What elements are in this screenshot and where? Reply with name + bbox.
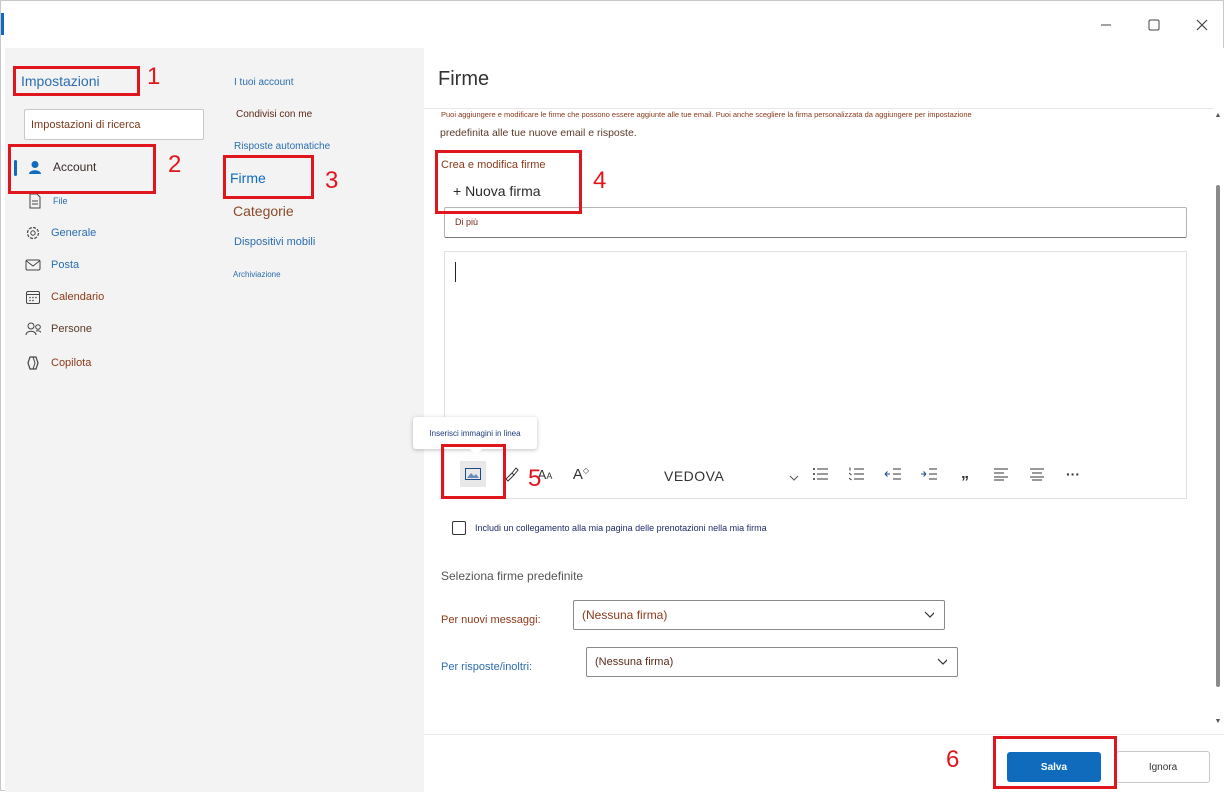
- annotation-box-1: [13, 66, 140, 96]
- annotation-box-4: [435, 150, 582, 214]
- outdent-icon: [884, 468, 901, 480]
- font-name-dropdown[interactable]: VEDOVA: [664, 468, 724, 484]
- font-style-icon: A◇: [572, 465, 590, 483]
- more-icon: ···: [1066, 466, 1080, 482]
- minimize-icon: [1101, 24, 1111, 26]
- align-center-icon: [1030, 468, 1044, 481]
- discard-button[interactable]: Ignora: [1116, 751, 1210, 783]
- mail-icon: [25, 257, 41, 273]
- numbering-button[interactable]: [846, 463, 868, 485]
- nav-item-generale-label: Generale: [51, 227, 97, 239]
- nav-item-generale[interactable]: Generale: [25, 225, 96, 241]
- tooltip-text: Inserisci immagini in linea: [429, 428, 521, 438]
- nav-item-file[interactable]: File: [27, 193, 68, 209]
- quote-icon: „: [961, 465, 969, 482]
- nav-item-file-label: File: [53, 196, 68, 206]
- discard-button-label: Ignora: [1148, 761, 1178, 773]
- signature-name-value: Di più: [455, 217, 479, 227]
- replies-label: Per risposte/inoltri:: [441, 661, 533, 673]
- annotation-number-3: 3: [325, 167, 339, 194]
- chevron-down-icon: [937, 658, 947, 665]
- chevron-down-icon: [924, 611, 934, 618]
- nav-item-posta-label: Posta: [51, 259, 80, 271]
- close-icon: [1196, 19, 1208, 31]
- font-dropdown-chevron[interactable]: [789, 470, 799, 488]
- nav-item-calendario-label: Calendario: [51, 291, 105, 303]
- maximize-icon: [1148, 19, 1160, 31]
- copilot-icon: [25, 355, 41, 371]
- signature-editor[interactable]: [444, 251, 1187, 499]
- subnav-auto-replies[interactable]: Risposte automatiche: [234, 141, 330, 152]
- booking-link-checkbox[interactable]: [452, 521, 466, 535]
- new-messages-label: Per nuovi messaggi:: [441, 614, 541, 626]
- chevron-down-icon: [789, 475, 799, 481]
- title-divider: [424, 108, 1214, 109]
- subnav-mobile-devices[interactable]: Dispositivi mobili: [234, 236, 315, 248]
- subnav-categories[interactable]: Categorie: [233, 203, 294, 219]
- minimize-button[interactable]: [1094, 13, 1118, 37]
- replies-value: (Nessuna firma): [595, 656, 674, 668]
- close-button[interactable]: [1190, 13, 1214, 37]
- annotation-number-1: 1: [147, 63, 161, 90]
- page-title: Firme: [438, 68, 490, 90]
- annotation-box-3: [223, 155, 314, 199]
- background-window-edge: [1, 13, 4, 35]
- annotation-number-5: 5: [528, 465, 542, 492]
- numbered-list-icon: [849, 467, 864, 481]
- increase-indent-button[interactable]: [918, 463, 940, 485]
- bullets-button[interactable]: [810, 463, 832, 485]
- text-cursor: [455, 262, 456, 282]
- align-center-button[interactable]: [1026, 463, 1048, 485]
- new-messages-value: (Nessuna firma): [582, 608, 668, 622]
- annotation-number-4: 4: [593, 167, 607, 194]
- annotation-box-6: [993, 736, 1117, 789]
- scroll-down-arrow[interactable]: ▼: [1213, 718, 1223, 730]
- annotation-box-2: [8, 144, 156, 194]
- subnav-storage[interactable]: Archiviazione: [233, 270, 281, 279]
- search-placeholder: Impostazioni di ricerca: [31, 119, 141, 131]
- settings-search-input[interactable]: Impostazioni di ricerca: [24, 109, 204, 140]
- nav-item-calendario[interactable]: Calendario: [25, 289, 104, 305]
- settings-window: Impostazioni Impostazioni di ricerca Acc…: [0, 0, 1224, 792]
- gear-icon: [25, 225, 41, 241]
- maximize-button[interactable]: [1142, 13, 1166, 37]
- decrease-indent-button[interactable]: [882, 463, 904, 485]
- calendar-icon: [25, 289, 41, 305]
- annotation-number-6: 6: [946, 746, 960, 773]
- align-left-icon: [994, 468, 1008, 481]
- scrollbar-thumb[interactable]: [1216, 185, 1220, 687]
- annotation-box-5: [441, 444, 506, 499]
- file-icon: [27, 193, 43, 209]
- subnav-shared-with-me[interactable]: Condivisi con me: [236, 109, 312, 120]
- footer-divider: [424, 734, 1224, 735]
- default-signatures-title: Seleziona firme predefinite: [441, 569, 584, 583]
- align-left-button[interactable]: [990, 463, 1012, 485]
- subnav-your-accounts[interactable]: I tuoi account: [234, 77, 293, 88]
- text-effects-button[interactable]: A◇: [570, 463, 592, 485]
- annotation-number-2: 2: [168, 151, 182, 178]
- bullet-list-icon: [813, 468, 828, 480]
- quote-button[interactable]: „: [954, 463, 976, 485]
- nav-item-posta[interactable]: Posta: [25, 257, 79, 273]
- nav-item-copilota-label: Copilota: [51, 357, 92, 369]
- nav-item-copilota[interactable]: Copilota: [25, 355, 91, 371]
- description-line-1: Puoi aggiungere e modificare le firme ch…: [441, 110, 972, 119]
- new-messages-select[interactable]: (Nessuna firma): [573, 600, 945, 630]
- people-icon: [25, 321, 41, 337]
- more-options-button[interactable]: ···: [1062, 463, 1084, 485]
- nav-item-persone[interactable]: Persone: [25, 321, 92, 337]
- description-line-2: predefinita alle tue nuove email e rispo…: [440, 127, 637, 139]
- nav-item-persone-label: Persone: [51, 323, 92, 335]
- scroll-up-arrow[interactable]: ▲: [1213, 112, 1223, 124]
- replies-select[interactable]: (Nessuna firma): [586, 647, 958, 677]
- booking-link-label: Includi un collegamento alla mia pagina …: [475, 523, 767, 533]
- indent-icon: [921, 468, 937, 480]
